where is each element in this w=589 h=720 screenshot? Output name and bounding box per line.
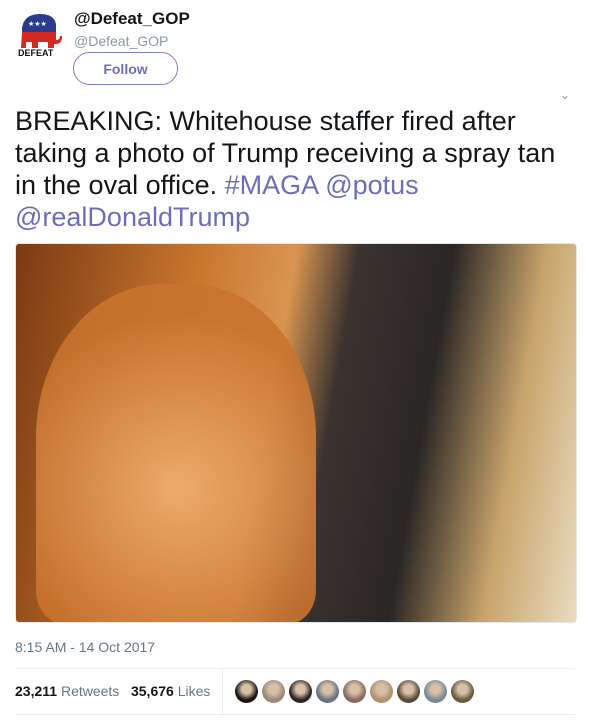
divider [15,668,575,669]
liker-avatar[interactable] [289,680,312,703]
liker-avatar[interactable] [451,680,474,703]
divider [15,714,575,715]
liker-avatar[interactable] [235,680,258,703]
tweet-photo[interactable] [15,243,577,623]
divider [222,670,223,714]
retweets-stat[interactable]: 23,211 Retweets [15,683,119,699]
mention-link[interactable]: @potus [325,170,418,200]
liker-avatar[interactable] [262,680,285,703]
mention-link[interactable]: @realDonaldTrump [15,202,250,232]
display-name[interactable]: @Defeat_GOP [74,9,190,29]
svg-text:★★★: ★★★ [28,20,47,28]
follow-button[interactable]: Follow [73,52,178,85]
liker-avatar[interactable] [343,680,366,703]
retweets-label: Retweets [60,683,120,699]
svg-text:DEFEAT: DEFEAT [18,48,54,56]
chevron-down-icon[interactable]: ⌄ [560,88,570,102]
handle: @Defeat_GOP [74,33,169,49]
stats: 23,211 Retweets 35,676 Likes [15,683,210,699]
likes-stat[interactable]: 35,676 Likes [131,683,210,699]
avatar[interactable]: ★★★ DEFEAT [16,10,64,58]
photo-subject [36,284,316,622]
hashtag-link[interactable]: #MAGA [225,170,318,200]
tweet-text: BREAKING: Whitehouse staffer fired after… [15,105,575,233]
timestamp[interactable]: 8:15 AM - 14 Oct 2017 [15,639,155,655]
retweets-count: 23,211 [15,683,58,699]
liker-avatar[interactable] [397,680,420,703]
likes-count: 35,676 [130,683,174,699]
likes-label: Likes [177,683,211,699]
liker-avatars [235,680,474,703]
liker-avatar[interactable] [424,680,447,703]
liker-avatar[interactable] [370,680,393,703]
liker-avatar[interactable] [316,680,339,703]
